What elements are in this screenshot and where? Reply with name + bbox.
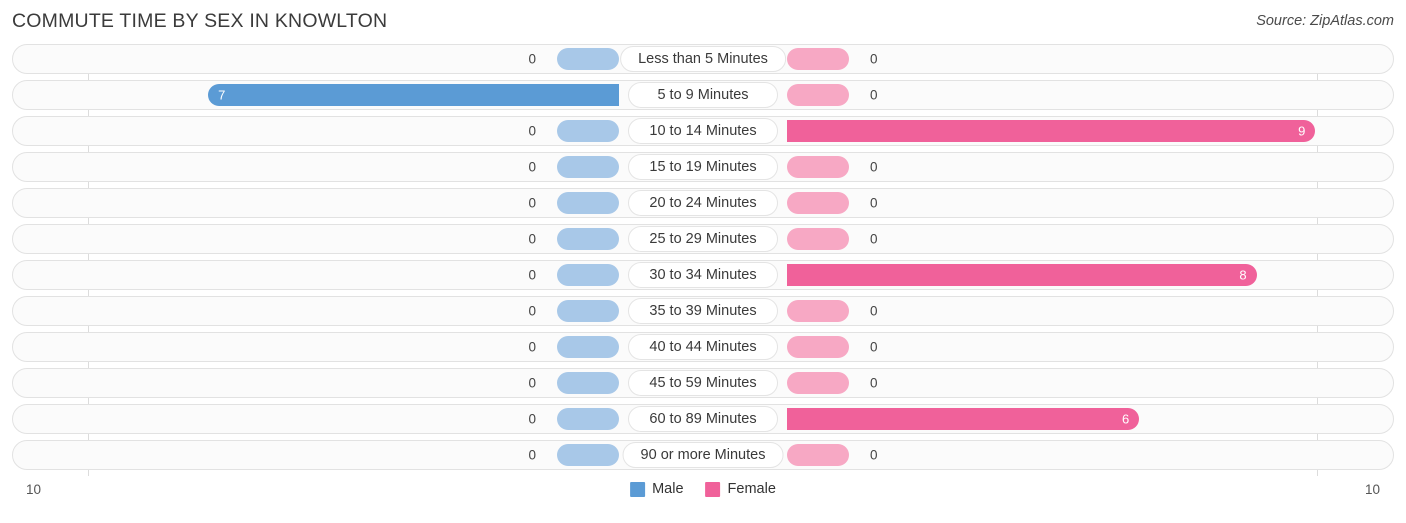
legend-item-male[interactable]: Male bbox=[630, 481, 684, 497]
bar-male[interactable]: 7 bbox=[208, 84, 619, 106]
bar-value-male: 7 bbox=[218, 87, 226, 103]
bar-value-female: 0 bbox=[870, 375, 878, 391]
bar-value-male: 0 bbox=[528, 51, 536, 67]
bar-value-male: 0 bbox=[528, 231, 536, 247]
row-inner: 0 0 90 or more Minutes bbox=[13, 441, 1393, 469]
bar-rows: 0 0 Less than 5 Minutes 7 0 5 to 9 Minutes 0 9 1… bbox=[12, 44, 1394, 470]
bar-female[interactable] bbox=[787, 156, 849, 178]
table-row[interactable]: 0 0 Less than 5 Minutes bbox=[12, 44, 1394, 74]
category-label: 35 to 39 Minutes bbox=[628, 298, 778, 324]
bar-value-female: 0 bbox=[870, 339, 878, 355]
category-label: 90 or more Minutes bbox=[622, 442, 784, 468]
row-inner: 0 0 25 to 29 Minutes bbox=[13, 225, 1393, 253]
bar-male[interactable] bbox=[557, 264, 619, 286]
bar-value-male: 0 bbox=[528, 339, 536, 355]
bar-female[interactable] bbox=[787, 336, 849, 358]
bar-female[interactable] bbox=[787, 84, 849, 106]
bar-female[interactable]: 6 bbox=[787, 408, 1140, 430]
bar-female[interactable] bbox=[787, 228, 849, 250]
row-inner: 0 0 45 to 59 Minutes bbox=[13, 369, 1393, 397]
bar-male[interactable] bbox=[557, 228, 619, 250]
bar-value-female: 0 bbox=[870, 51, 878, 67]
bar-female[interactable]: 8 bbox=[787, 264, 1257, 286]
bar-male[interactable] bbox=[557, 444, 619, 466]
table-row[interactable]: 0 0 20 to 24 Minutes bbox=[12, 188, 1394, 218]
bar-value-female: 8 bbox=[1239, 267, 1247, 283]
category-label: 15 to 19 Minutes bbox=[628, 154, 778, 180]
bar-value-female: 9 bbox=[1298, 123, 1306, 139]
category-label: 45 to 59 Minutes bbox=[628, 370, 778, 396]
row-inner: 0 6 60 to 89 Minutes bbox=[13, 405, 1393, 433]
bar-male[interactable] bbox=[557, 192, 619, 214]
bar-female[interactable] bbox=[787, 444, 849, 466]
bar-male[interactable] bbox=[557, 372, 619, 394]
page-title: COMMUTE TIME BY SEX IN KNOWLTON bbox=[12, 10, 388, 32]
chart-legend: Male Female bbox=[630, 481, 776, 497]
table-row[interactable]: 0 0 25 to 29 Minutes bbox=[12, 224, 1394, 254]
table-row[interactable]: 0 0 35 to 39 Minutes bbox=[12, 296, 1394, 326]
table-row[interactable]: 0 8 30 to 34 Minutes bbox=[12, 260, 1394, 290]
bar-male[interactable] bbox=[557, 48, 619, 70]
legend-item-female[interactable]: Female bbox=[705, 481, 776, 497]
category-label: 5 to 9 Minutes bbox=[628, 82, 778, 108]
bar-female[interactable] bbox=[787, 300, 849, 322]
bar-value-male: 0 bbox=[528, 375, 536, 391]
source-attribution: Source: ZipAtlas.com bbox=[1256, 13, 1394, 29]
bar-value-female: 0 bbox=[870, 195, 878, 211]
category-label: 60 to 89 Minutes bbox=[628, 406, 778, 432]
category-label: Less than 5 Minutes bbox=[620, 46, 786, 72]
table-row[interactable]: 0 0 45 to 59 Minutes bbox=[12, 368, 1394, 398]
bar-value-female: 0 bbox=[870, 447, 878, 463]
bar-female[interactable] bbox=[787, 372, 849, 394]
row-inner: 0 0 20 to 24 Minutes bbox=[13, 189, 1393, 217]
bar-value-female: 0 bbox=[870, 159, 878, 175]
category-label: 10 to 14 Minutes bbox=[628, 118, 778, 144]
chart-header: COMMUTE TIME BY SEX IN KNOWLTON Source: … bbox=[0, 0, 1406, 44]
bar-value-male: 0 bbox=[528, 447, 536, 463]
bar-value-male: 0 bbox=[528, 303, 536, 319]
row-inner: 0 0 15 to 19 Minutes bbox=[13, 153, 1393, 181]
bar-value-male: 0 bbox=[528, 123, 536, 139]
category-label: 40 to 44 Minutes bbox=[628, 334, 778, 360]
bar-male[interactable] bbox=[557, 156, 619, 178]
table-row[interactable]: 7 0 5 to 9 Minutes bbox=[12, 80, 1394, 110]
legend-label: Female bbox=[727, 481, 776, 497]
row-inner: 0 0 40 to 44 Minutes bbox=[13, 333, 1393, 361]
bar-value-female: 0 bbox=[870, 231, 878, 247]
bar-value-male: 0 bbox=[528, 159, 536, 175]
category-label: 30 to 34 Minutes bbox=[628, 262, 778, 288]
table-row[interactable]: 0 9 10 to 14 Minutes bbox=[12, 116, 1394, 146]
bar-value-female: 0 bbox=[870, 87, 878, 103]
legend-swatch-icon bbox=[705, 481, 721, 497]
bar-female[interactable]: 9 bbox=[787, 120, 1316, 142]
bar-value-female: 0 bbox=[870, 303, 878, 319]
bar-male[interactable] bbox=[557, 300, 619, 322]
axis-label-left: 10 bbox=[26, 482, 42, 497]
bar-value-male: 0 bbox=[528, 267, 536, 283]
bar-male[interactable] bbox=[557, 120, 619, 142]
bar-value-female: 6 bbox=[1121, 411, 1130, 427]
bar-male[interactable] bbox=[557, 408, 619, 430]
bar-value-male: 0 bbox=[528, 411, 536, 427]
legend-swatch-icon bbox=[630, 481, 646, 497]
axis-label-right: 10 bbox=[1364, 482, 1380, 497]
legend-label: Male bbox=[652, 481, 684, 497]
chart-plot-area: 0 0 Less than 5 Minutes 7 0 5 to 9 Minutes 0 9 1… bbox=[12, 44, 1394, 476]
row-inner: 0 0 Less than 5 Minutes bbox=[13, 45, 1393, 73]
table-row[interactable]: 0 0 90 or more Minutes bbox=[12, 440, 1394, 470]
bar-female[interactable] bbox=[787, 192, 849, 214]
row-inner: 0 0 35 to 39 Minutes bbox=[13, 297, 1393, 325]
table-row[interactable]: 0 0 15 to 19 Minutes bbox=[12, 152, 1394, 182]
row-inner: 0 8 30 to 34 Minutes bbox=[13, 261, 1393, 289]
bar-female[interactable] bbox=[787, 48, 849, 70]
row-inner: 7 0 5 to 9 Minutes bbox=[13, 81, 1393, 109]
table-row[interactable]: 0 6 60 to 89 Minutes bbox=[12, 404, 1394, 434]
row-inner: 0 9 10 to 14 Minutes bbox=[13, 117, 1393, 145]
category-label: 20 to 24 Minutes bbox=[628, 190, 778, 216]
category-label: 25 to 29 Minutes bbox=[628, 226, 778, 252]
chart-footer: 10 10 Male Female bbox=[12, 476, 1394, 514]
table-row[interactable]: 0 0 40 to 44 Minutes bbox=[12, 332, 1394, 362]
bar-value-male: 0 bbox=[528, 195, 536, 211]
bar-male[interactable] bbox=[557, 336, 619, 358]
